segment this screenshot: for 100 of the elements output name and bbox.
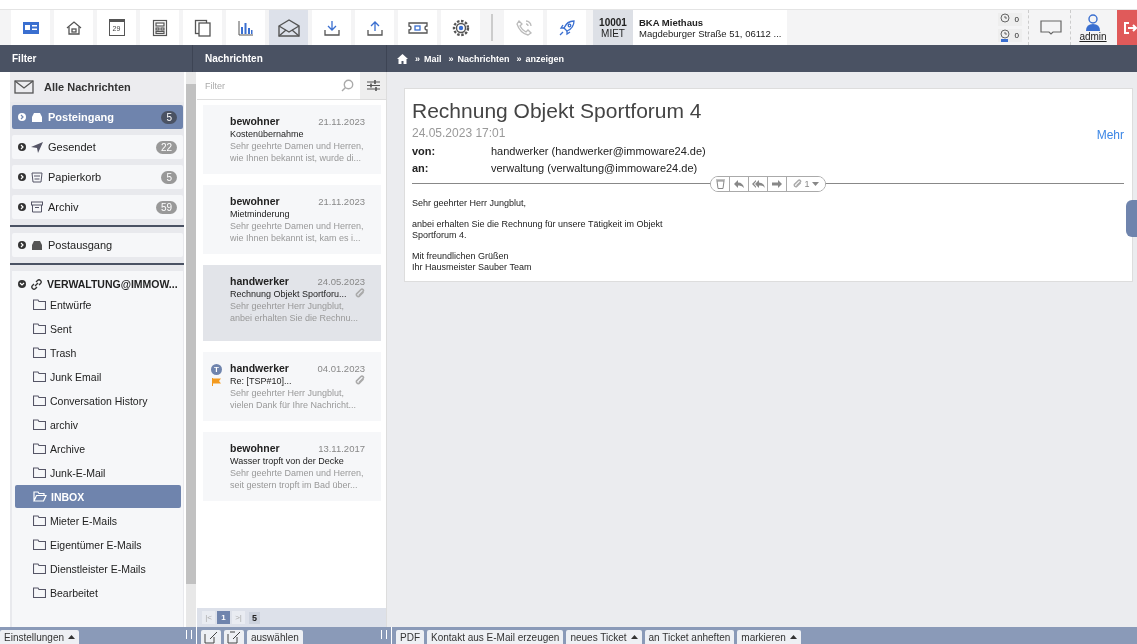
folder-item[interactable]: archiv bbox=[15, 413, 181, 436]
message-card[interactable]: T handwerker 04.01.2023 Re: [TSP#10]... Sehr geehrter Herr Jungblut, vielen Dank für Ihre Nachricht... bbox=[203, 352, 381, 421]
mailbox-item[interactable]: Papierkorb 5 bbox=[12, 165, 183, 189]
toolbar-button[interactable] bbox=[140, 10, 179, 45]
folder-item[interactable]: Junk-E-Mail bbox=[15, 461, 181, 484]
send-icon bbox=[31, 141, 43, 153]
rocket-icon bbox=[557, 18, 576, 37]
mail-paragraph: Sehr geehrter Herr Jungblut, bbox=[412, 198, 528, 209]
toolbar-button[interactable] bbox=[269, 10, 308, 45]
more-link[interactable]: Mehr bbox=[1096, 128, 1124, 142]
message-date: 24.05.2023 bbox=[317, 275, 365, 287]
count-badge: 59 bbox=[155, 200, 177, 214]
message-card[interactable]: bewohner 21.11.2023 Mietminderung Sehr geehrte Damen und Herren, wie Ihnen bekannt ist, kam es i... bbox=[203, 185, 381, 254]
action-button[interactable]: PDF bbox=[396, 630, 424, 644]
mail-paragraph: anbei erhalten Sie die Rechnung für unsere Tätigkeit im Objekt Sportforum 4. bbox=[412, 219, 664, 241]
scrollbar[interactable] bbox=[186, 72, 196, 627]
all-messages-item[interactable]: Alle Nachrichten bbox=[10, 72, 184, 102]
action-button[interactable]: markieren bbox=[737, 630, 801, 644]
settings-icon bbox=[450, 17, 471, 38]
trash-icon bbox=[715, 179, 725, 189]
home-icon[interactable] bbox=[397, 53, 408, 64]
message-card[interactable]: handwerker 24.05.2023 Rechnung Objekt Sportforu... Sehr geehrter Herr Jungblut, anbei erhalten Sie die Rechnu... bbox=[203, 265, 381, 341]
action-button[interactable]: neues Ticket bbox=[566, 630, 642, 644]
compose-button[interactable] bbox=[224, 630, 244, 644]
folder-item[interactable]: Dienstleister E-Mails bbox=[15, 557, 181, 580]
folder-item[interactable]: Eigentümer E-Mails bbox=[15, 533, 181, 556]
resize-handle[interactable] bbox=[381, 630, 387, 639]
message-preview: Sehr geehrter Herr Jungblut, anbei erhalten Sie die Rechnu... bbox=[230, 300, 360, 324]
toolbar-button[interactable] bbox=[398, 10, 437, 45]
collapse-icon[interactable] bbox=[18, 280, 26, 288]
paperclip-icon bbox=[793, 179, 803, 189]
expand-icon[interactable] bbox=[18, 203, 26, 211]
count-badge: 5 bbox=[161, 110, 177, 124]
expand-icon[interactable] bbox=[18, 173, 26, 181]
message-preview: Sehr geehrte Damen und Herren, wie Ihnen bekannt ist, kam es i... bbox=[230, 220, 365, 244]
filter-settings-button[interactable] bbox=[360, 72, 386, 99]
pages-icon bbox=[193, 18, 212, 37]
side-tab[interactable] bbox=[1126, 200, 1137, 237]
folder-icon bbox=[33, 371, 46, 382]
breadcrumb-link[interactable]: Mail bbox=[424, 53, 442, 64]
toolbar-button[interactable] bbox=[54, 10, 93, 45]
message-sender: bewohner bbox=[230, 195, 280, 207]
breadcrumb-link[interactable]: anzeigen bbox=[525, 53, 565, 64]
message-card[interactable]: bewohner 21.11.2023 Kostenübernahme Sehr geehrte Damen und Herren, wie Ihnen bekannt ist, wurde di... bbox=[203, 105, 381, 174]
toolbar-button[interactable] bbox=[441, 10, 480, 45]
folder-item[interactable]: Sent bbox=[15, 317, 181, 340]
property-code[interactable]: 10001 MIET bbox=[593, 10, 633, 45]
message-date: 04.01.2023 bbox=[317, 362, 365, 374]
account-name[interactable]: VERWALTUNG@IMMOW... bbox=[47, 278, 178, 290]
form-icon bbox=[151, 18, 168, 37]
reply-all-button[interactable] bbox=[749, 177, 768, 191]
compose-button[interactable] bbox=[201, 630, 221, 644]
resize-handle[interactable] bbox=[186, 630, 192, 639]
search-icon bbox=[341, 79, 354, 92]
select-button[interactable]: auswählen bbox=[247, 630, 303, 644]
folder-item[interactable]: Mieter E-Mails bbox=[15, 509, 181, 532]
mailbox-item[interactable]: Gesendet 22 bbox=[12, 135, 183, 159]
mailbox-item[interactable]: Archiv 59 bbox=[12, 195, 183, 219]
folder-icon bbox=[33, 323, 46, 334]
folder-item[interactable]: INBOX bbox=[15, 485, 181, 508]
delete-button[interactable] bbox=[711, 177, 730, 191]
toolbar-button[interactable] bbox=[547, 10, 586, 45]
message-sender: bewohner bbox=[230, 115, 280, 127]
toolbar-button[interactable] bbox=[226, 10, 265, 45]
outbox-item[interactable]: Postausgang bbox=[12, 233, 183, 257]
count-badge: 5 bbox=[161, 170, 177, 184]
toolbar-button[interactable] bbox=[11, 10, 50, 45]
action-button[interactable]: an Ticket anheften bbox=[644, 630, 735, 644]
message-card[interactable]: bewohner 13.11.2017 Wasser tropft von der Decke Sehr geehrte Damen und Herren, seit gestern tropft im Bad über... bbox=[203, 432, 381, 501]
link-icon bbox=[31, 278, 42, 290]
folder-item[interactable]: Conversation History bbox=[15, 389, 181, 412]
logout-button[interactable] bbox=[1117, 10, 1137, 45]
settings-menu-button[interactable]: Einstellungen bbox=[0, 630, 80, 644]
inbox-icon bbox=[31, 111, 43, 123]
field-label: von: bbox=[412, 145, 437, 157]
field-value: verwaltung (verwaltung@immoware24.de) bbox=[491, 162, 698, 174]
speech-bubble-icon bbox=[1039, 18, 1062, 37]
folder-item[interactable]: Junk Email bbox=[15, 365, 181, 388]
breadcrumb-link[interactable]: Nachrichten bbox=[457, 53, 510, 64]
edit-icon bbox=[227, 630, 241, 644]
forward-icon bbox=[772, 180, 782, 188]
counter-value: 0 bbox=[1014, 31, 1020, 40]
filter-field[interactable]: Filter bbox=[203, 79, 341, 92]
folder-item[interactable]: Bearbeitet bbox=[15, 581, 181, 604]
folder-item[interactable]: Archive bbox=[15, 437, 181, 460]
toolbar-button[interactable] bbox=[183, 10, 222, 45]
action-button[interactable]: Kontakt aus E-Mail erzeugen bbox=[427, 630, 564, 644]
folder-item[interactable]: Trash bbox=[15, 341, 181, 364]
user-link[interactable]: admin bbox=[1079, 31, 1107, 42]
mail-icon bbox=[14, 80, 34, 94]
inbox-icon bbox=[31, 239, 43, 251]
expand-icon[interactable] bbox=[18, 241, 26, 249]
folder-item[interactable]: Entwürfe bbox=[15, 293, 181, 316]
expand-icon[interactable] bbox=[18, 143, 26, 151]
mailbox-item[interactable]: Posteingang 5 bbox=[12, 105, 183, 129]
page-button[interactable]: 1 bbox=[217, 611, 230, 624]
reply-icon bbox=[734, 180, 744, 188]
toolbar-button[interactable] bbox=[355, 10, 394, 45]
field-label: an: bbox=[412, 162, 430, 174]
toolbar-button[interactable] bbox=[312, 10, 351, 45]
